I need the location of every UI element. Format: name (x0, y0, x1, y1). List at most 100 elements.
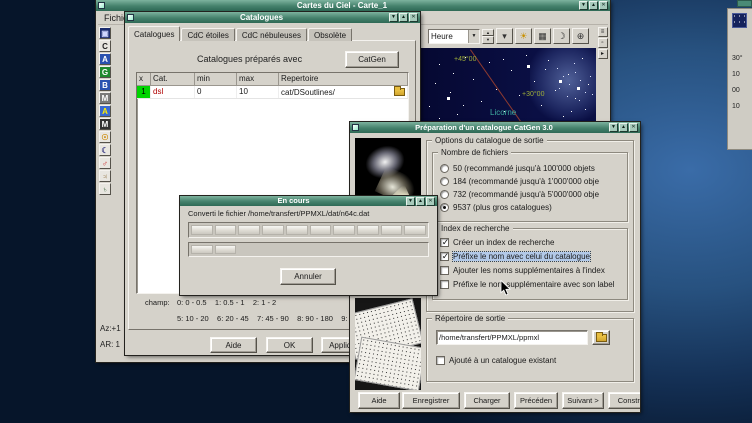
radio-option-732[interactable]: 732 (recommandé jusqu'à 5'000'000 obje (440, 188, 622, 200)
max-cell[interactable]: 10 (237, 86, 279, 98)
radio-label: 9537 (plus gros catalogues) (453, 203, 552, 212)
maximize-icon[interactable]: ▲ (416, 197, 425, 206)
checkbox-icon[interactable] (440, 238, 449, 247)
precedent-button[interactable]: Précéden (514, 392, 558, 409)
catalog-id-cell[interactable]: dsl (151, 86, 195, 98)
checkbox-prefix-catalog-name[interactable]: Préfixe le nom avec celui du catalogue (440, 250, 622, 262)
ok-button[interactable]: OK (266, 337, 313, 353)
right-tool-list-icon[interactable]: ≡ (598, 27, 608, 37)
milky-way-haze (530, 48, 596, 120)
time-stepper[interactable]: ▲ ▼ (482, 29, 494, 44)
declination-label-45: +45°00 (454, 56, 476, 63)
radio-icon[interactable] (440, 177, 449, 186)
checkbox-icon[interactable] (440, 280, 449, 289)
right-tool-arrow-icon[interactable]: ▸ (598, 49, 608, 59)
minimize-icon[interactable]: ▼ (389, 13, 398, 22)
combo-dropdown-icon[interactable]: ▼ (468, 30, 479, 43)
coordinate-tick: 00 (732, 87, 740, 94)
time-mode-value: Heure (429, 30, 468, 43)
left-toolbar: ▣ C A G B M A M ☉ ☾ ♂ ♃ ♄ (98, 27, 113, 196)
app-icon (98, 2, 105, 9)
spin-down-icon[interactable]: ▼ (482, 36, 494, 44)
checkbox-prefix-extra-label[interactable]: Préfixe le nom supplémentaire avec son l… (440, 278, 622, 290)
minimize-icon[interactable]: ▼ (579, 1, 588, 10)
sidebar-tool-icon[interactable]: ♂ (99, 157, 111, 169)
tab-catalogues[interactable]: Catalogues (128, 26, 180, 41)
progress-titlebar[interactable]: En cours ▼ ▲ ✕ (180, 196, 437, 206)
toolbar-moon-icon[interactable]: ☽ (553, 28, 570, 44)
checkbox-icon[interactable] (440, 252, 449, 261)
close-icon[interactable]: ✕ (426, 197, 435, 206)
checkbox-icon[interactable] (436, 356, 445, 365)
toolbar-sun-icon[interactable]: ☀ (515, 28, 532, 44)
close-icon[interactable]: ✕ (409, 13, 418, 22)
catalogues-titlebar[interactable]: Catalogues ▼ ▲ ✕ (125, 12, 420, 23)
spin-up-icon[interactable]: ▲ (482, 29, 494, 37)
radio-option-9537[interactable]: 9537 (plus gros catalogues) (440, 201, 622, 213)
annuler-button[interactable]: Annuler (280, 268, 336, 285)
column-header: min (195, 73, 237, 85)
checkbox-label: Créer un index de recherche (453, 238, 554, 247)
maximize-icon[interactable]: ▲ (399, 13, 408, 22)
sidebar-tool-icon[interactable]: ▣ (99, 27, 111, 39)
progress-dialog: En cours ▼ ▲ ✕ Converti le fichier /home… (180, 196, 437, 295)
tab-obsolete[interactable]: Obsolète (308, 28, 352, 41)
sidebar-tool-icon[interactable]: ♄ (99, 183, 111, 195)
maximize-icon[interactable]: ▲ (619, 123, 628, 132)
checkbox-icon[interactable] (440, 266, 449, 275)
sidebar-tool-icon[interactable]: A (99, 105, 111, 117)
sidebar-tool-icon[interactable]: ☉ (99, 131, 111, 143)
sidebar-tool-icon[interactable]: A (99, 53, 111, 65)
sidebar-tool-icon[interactable]: M (99, 118, 111, 130)
toolbar-dropdown-icon[interactable]: ▾ (496, 28, 513, 44)
catgen-titlebar[interactable]: Préparation d'un catalogue CatGen 3.0 ▼ … (350, 122, 640, 133)
catgen-button[interactable]: CatGen (345, 51, 399, 68)
close-icon[interactable]: ✕ (599, 1, 608, 10)
column-header: Repertoire (279, 73, 408, 85)
column-header: x (137, 73, 151, 85)
radio-icon[interactable] (440, 203, 449, 212)
output-directory-label: Répertoire de sortie (432, 313, 508, 324)
suivant-button[interactable]: Suivant > (562, 392, 604, 409)
close-icon[interactable]: ✕ (629, 123, 638, 132)
aide-button[interactable]: Aide (358, 392, 400, 409)
tab-cdc-etoiles[interactable]: CdC étoiles (181, 28, 234, 41)
mouse-cursor (500, 280, 511, 296)
sidebar-tool-icon[interactable]: G (99, 66, 111, 78)
toolbar-target-icon[interactable]: ⊕ (572, 28, 589, 44)
sidebar-tool-icon[interactable]: M (99, 92, 111, 104)
table-row[interactable]: 1 dsl 0 10 cat/DSoutlines/ (137, 86, 408, 99)
radio-icon[interactable] (440, 190, 449, 199)
right-tool-square-icon[interactable]: ▫ (598, 38, 608, 48)
radio-option-184[interactable]: 184 (recommandé jusqu'à 1'000'000 obje (440, 175, 622, 187)
browse-folder-button[interactable] (592, 330, 610, 345)
charger-button[interactable]: Charger (464, 392, 510, 409)
main-window-titlebar[interactable]: Cartes du Ciel - Carte_1 ▼ ▲ ✕ (96, 0, 610, 11)
checkbox-add-extra-names[interactable]: Ajouter les noms supplémentaires à l'ind… (440, 264, 622, 276)
radio-option-50[interactable]: 50 (recommandé jusqu'à 100'000 objets (440, 162, 622, 174)
output-path-input[interactable]: /home/transfert/PPMXL/ppmxl (436, 330, 588, 345)
sidebar-tool-icon[interactable]: C (99, 40, 111, 52)
sidebar-tool-icon[interactable]: B (99, 79, 111, 91)
folder-icon[interactable] (394, 88, 405, 96)
checkbox-create-index[interactable]: Créer un index de recherche (440, 236, 622, 248)
enregistrer-button[interactable]: Enregistrer (402, 392, 460, 409)
minimize-icon[interactable]: ▼ (609, 123, 618, 132)
time-mode-combobox[interactable]: Heure ▼ (428, 29, 480, 44)
repertoire-cell[interactable]: cat/DSoutlines/ (279, 86, 408, 98)
construire-button[interactable]: Construire le (608, 392, 640, 409)
aide-button[interactable]: Aide (210, 337, 257, 353)
catalogues-title: Catalogues (135, 12, 388, 23)
toolbar-grid-icon[interactable]: ▦ (534, 28, 551, 44)
checkbox-append-existing[interactable]: Ajouté à un catalogue existant (436, 354, 626, 366)
sidebar-tool-icon[interactable]: ♃ (99, 170, 111, 182)
radio-icon[interactable] (440, 164, 449, 173)
min-cell[interactable]: 0 (195, 86, 237, 98)
maximize-icon[interactable]: ▲ (589, 1, 598, 10)
tab-cdc-nebuleuses[interactable]: CdC nébuleuses (236, 28, 307, 41)
active-marker-cell[interactable]: 1 (137, 86, 151, 98)
sidebar-tool-icon[interactable]: ☾ (99, 144, 111, 156)
corner-window-button[interactable] (737, 0, 752, 7)
catgen-title: Préparation d'un catalogue CatGen 3.0 (360, 122, 608, 133)
minimize-icon[interactable]: ▼ (406, 197, 415, 206)
